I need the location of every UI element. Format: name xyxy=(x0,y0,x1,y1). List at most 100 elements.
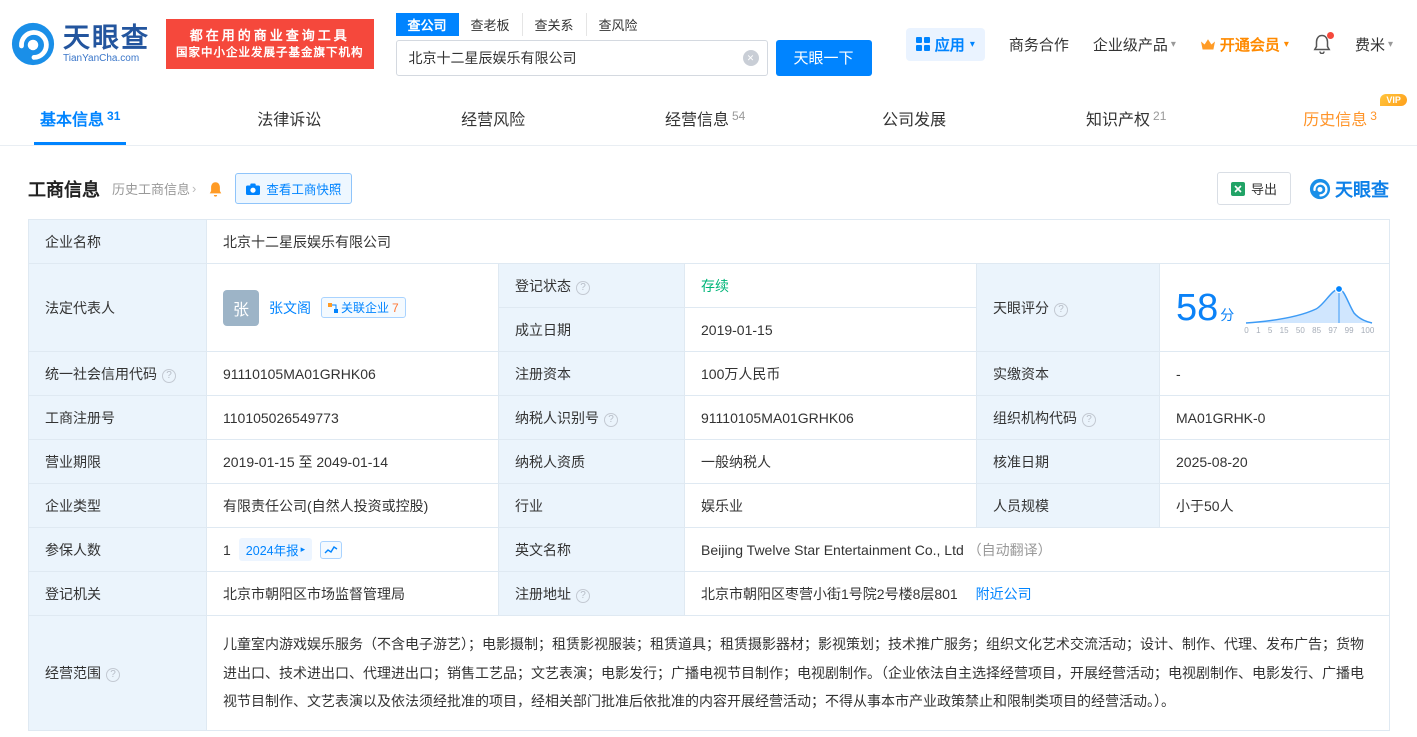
tab-intellectual-property[interactable]: 知识产权 21 xyxy=(1080,92,1172,145)
english-name-value: Beijing Twelve Star Entertainment Co., L… xyxy=(683,527,1391,572)
chevron-down-icon: ▾ xyxy=(1170,38,1176,50)
tianyancha-logo[interactable]: 天眼查 TianYanCha.com xyxy=(10,21,150,67)
company-type-value: 有限责任公司(自然人投资或控股) xyxy=(206,483,499,528)
row-reg-number: 工商注册号 110105026549773 纳税人识别号? 91110105MA… xyxy=(28,395,1391,440)
business-term-value: 2019-01-15 至 2049-01-14 xyxy=(206,439,499,484)
reg-address-cell: 北京市朝阳区枣营小街1号院2号楼8层801 附近公司 xyxy=(683,571,1391,616)
tab-business-info[interactable]: 经营信息 54 xyxy=(659,92,751,145)
annual-report-badge[interactable]: 2024年报 ▸ xyxy=(238,538,313,561)
nearby-companies-link[interactable]: 附近公司 xyxy=(976,586,1032,602)
help-icon[interactable]: ? xyxy=(1082,412,1096,427)
search-tab-relation[interactable]: 查关系 xyxy=(521,12,586,36)
staff-size-label: 人员规模 xyxy=(976,483,1160,528)
search-button[interactable]: 天眼一下 xyxy=(775,39,872,76)
legal-rep-label: 法定代表人 xyxy=(28,263,207,352)
chevron-down-icon: ▾ xyxy=(1283,38,1289,50)
help-icon[interactable]: ? xyxy=(604,412,618,427)
row-credit-code: 统一社会信用代码? 91110105MA01GRHK06 注册资本 100万人民… xyxy=(28,351,1391,396)
taxpayer-quality-label: 纳税人资质 xyxy=(498,439,685,484)
approval-date-value: 2025-08-20 xyxy=(1158,439,1391,484)
insured-label: 参保人数 xyxy=(28,527,207,572)
section-title: 工商信息 xyxy=(28,179,100,200)
crown-icon xyxy=(1200,38,1216,51)
legal-rep-avatar[interactable]: 张 xyxy=(223,289,259,326)
help-icon[interactable]: ? xyxy=(576,588,590,603)
notification-dot xyxy=(1326,32,1334,39)
reg-capital-label: 注册资本 xyxy=(498,351,685,396)
score-value: 58 分 xyxy=(1176,286,1235,329)
legal-rep-link[interactable]: 张文阁 xyxy=(269,298,311,318)
related-companies-badge[interactable]: 关联企业 7 xyxy=(321,297,406,318)
reg-number-label: 工商注册号 xyxy=(28,395,207,440)
topbar: 天眼查 TianYanCha.com 都在用的商业查询工具 国家中小企业发展子基… xyxy=(0,0,1417,88)
approval-date-label: 核准日期 xyxy=(976,439,1160,484)
tab-operating-risk[interactable]: 经营风险 xyxy=(455,92,534,145)
notifications-bell-icon[interactable] xyxy=(1313,32,1334,54)
search-tab-company[interactable]: 查公司 xyxy=(395,12,459,36)
industry-value: 娱乐业 xyxy=(684,483,977,528)
tab-basic-info[interactable]: 基本信息 31 xyxy=(34,92,127,145)
business-info-table: 企业名称 北京十二星辰娱乐有限公司 法定代表人 张 张文阁 关联企业 7 登记状… xyxy=(28,219,1391,732)
promo-line2: 国家中小企业发展子基金旗下机构 xyxy=(176,47,364,60)
clear-icon[interactable]: ✕ xyxy=(742,49,759,66)
row-business-term: 营业期限 2019-01-15 至 2049-01-14 纳税人资质 一般纳税人… xyxy=(28,439,1391,484)
establish-date-label: 成立日期 xyxy=(498,307,685,352)
help-icon[interactable]: ? xyxy=(1054,302,1068,317)
reg-status-value: 存续 xyxy=(684,263,977,308)
search-input[interactable] xyxy=(395,39,768,76)
apps-menu[interactable]: 应用 ▾ xyxy=(905,27,985,61)
taxpayer-quality-value: 一般纳税人 xyxy=(684,439,977,484)
chevron-right-icon: › xyxy=(192,181,197,196)
enterprise-products-menu[interactable]: 企业级产品 ▾ xyxy=(1093,34,1176,55)
search-tabs: 查公司 查老板 查关系 查风险 xyxy=(395,12,872,36)
reg-authority-label: 登记机关 xyxy=(28,571,207,616)
user-menu[interactable]: 费米 ▾ xyxy=(1355,34,1393,55)
promo-banner: 都在用的商业查询工具 国家中小企业发展子基金旗下机构 xyxy=(166,18,374,70)
search-block: 查公司 查老板 查关系 查风险 ✕ 天眼一下 xyxy=(395,12,872,76)
industry-label: 行业 xyxy=(498,483,685,528)
tab-history-info[interactable]: VIP 历史信息 3 xyxy=(1297,92,1407,145)
reg-address-label: 注册地址? xyxy=(498,571,685,616)
reg-number-value: 110105026549773 xyxy=(206,395,499,440)
legal-rep-cell: 张 张文阁 关联企业 7 xyxy=(206,263,499,352)
help-icon[interactable]: ? xyxy=(162,368,176,383)
tab-legal-litigation[interactable]: 法律诉讼 xyxy=(251,92,330,145)
tab-company-development[interactable]: 公司发展 xyxy=(876,92,955,145)
english-name-label: 英文名称 xyxy=(498,527,685,572)
score-label: 天眼评分? xyxy=(976,263,1160,352)
logo-domain: TianYanCha.com xyxy=(63,52,140,64)
taxpayer-id-label: 纳税人识别号? xyxy=(498,395,685,440)
insured-count: 1 xyxy=(223,541,231,558)
credit-code-value: 91110105MA01GRHK06 xyxy=(206,351,499,396)
view-snapshot-button[interactable]: 查看工商快照 xyxy=(235,173,353,204)
business-scope-value: 儿童室内游戏娱乐服务（不含电子游艺）；电影摄制；租赁影视服装；租赁道具；租赁摄影… xyxy=(205,614,1391,732)
camera-icon xyxy=(246,183,261,195)
tianyancha-logo-icon xyxy=(10,21,56,67)
row-insured: 参保人数 1 2024年报 ▸ 英文名称 Beijing Twelve Star … xyxy=(28,527,1391,572)
link-icon xyxy=(328,302,338,313)
history-business-info-link[interactable]: 历史工商信息 › xyxy=(112,179,196,198)
excel-icon xyxy=(1230,181,1245,196)
search-tab-boss[interactable]: 查老板 xyxy=(459,13,522,36)
establish-date-value: 2019-01-15 xyxy=(684,307,977,352)
business-scope-label: 经营范围? xyxy=(28,614,207,732)
org-code-value: MA01GRHK-0 xyxy=(1158,395,1391,440)
trend-chart-icon[interactable] xyxy=(320,540,343,559)
tianyancha-watermark-logo: 天眼查 xyxy=(1309,176,1389,202)
row-reg-authority: 登记机关 北京市朝阳区市场监督管理局 注册地址? 北京市朝阳区枣营小街1号院2号… xyxy=(28,571,1391,616)
paid-capital-value: - xyxy=(1158,351,1391,396)
help-icon[interactable]: ? xyxy=(576,280,590,295)
business-info-section-head: 工商信息 历史工商信息 › 查看工商快照 导出 天眼查 xyxy=(0,146,1417,219)
row-business-scope: 经营范围? 儿童室内游戏娱乐服务（不含电子游艺）；电影摄制；租赁影视服装；租赁道… xyxy=(28,614,1391,732)
help-icon[interactable]: ? xyxy=(106,668,120,683)
open-vip-menu[interactable]: 开通会员 ▾ xyxy=(1200,34,1289,55)
business-cooperation-link[interactable]: 商务合作 xyxy=(1009,34,1069,55)
chevron-right-icon: ▸ xyxy=(300,544,306,554)
export-button[interactable]: 导出 xyxy=(1216,172,1291,205)
row-company-name: 企业名称 北京十二星辰娱乐有限公司 xyxy=(28,219,1391,264)
search-tab-risk[interactable]: 查风险 xyxy=(585,12,650,36)
monitor-bell-icon[interactable] xyxy=(208,181,223,197)
company-name-label: 企业名称 xyxy=(28,219,207,264)
company-nav-tabs: 基本信息 31 法律诉讼 经营风险 经营信息 54 公司发展 知识产权 21 VIP … xyxy=(0,92,1417,146)
taxpayer-id-value: 91110105MA01GRHK06 xyxy=(684,395,977,440)
